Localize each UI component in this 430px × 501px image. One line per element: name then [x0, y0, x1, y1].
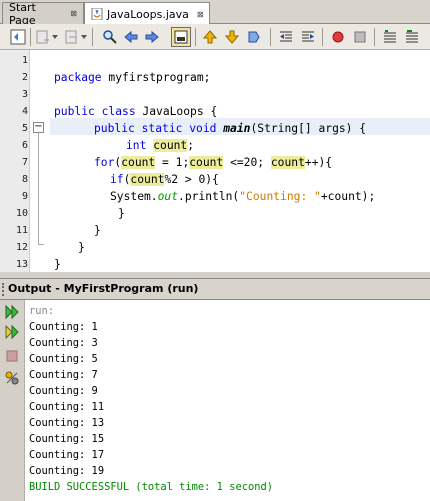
- fold-toggle-icon[interactable]: −: [33, 122, 44, 133]
- output-line: Counting: 7: [29, 369, 98, 381]
- output-console[interactable]: run: Counting: 1 Counting: 3 Counting: 5…: [24, 300, 430, 501]
- find-icon[interactable]: [100, 27, 120, 47]
- find-previous-icon[interactable]: [121, 27, 141, 47]
- editor-toolbar: [0, 24, 430, 50]
- code-editor[interactable]: 1 2 3 4 5 6 7 8 9 10 11 12 13 − package …: [0, 50, 430, 272]
- tab-label: Start Page: [9, 0, 36, 27]
- code-line-5: public static void main(String[] args) {: [94, 122, 367, 135]
- chevron-down-icon[interactable]: [79, 27, 89, 47]
- next-bookmark-icon[interactable]: [222, 27, 242, 47]
- line-number: 3: [21, 89, 28, 100]
- previous-bookmark-icon[interactable]: [200, 27, 220, 47]
- shift-left-icon[interactable]: [276, 27, 296, 47]
- rerun-icon[interactable]: [4, 304, 20, 320]
- source-history-icon[interactable]: [8, 27, 28, 47]
- output-line: Counting: 3: [29, 337, 98, 349]
- close-icon[interactable]: ⊠: [70, 9, 77, 18]
- code-line-13: }: [54, 258, 61, 271]
- stop-macro-icon[interactable]: [350, 27, 370, 47]
- code-line-6: int count;: [126, 139, 195, 152]
- code-line-4: public class JavaLoops {: [54, 105, 218, 118]
- output-side-toolbar: [0, 300, 24, 501]
- code-line-12: }: [78, 241, 85, 254]
- output-window-title[interactable]: Output - MyFirstProgram (run): [0, 278, 430, 300]
- line-number: 9: [21, 191, 28, 202]
- code-line-10: }: [118, 207, 125, 220]
- output-line: Counting: 13: [29, 417, 105, 429]
- line-number: 8: [21, 174, 28, 185]
- fold-gutter: −: [30, 50, 50, 272]
- toggle-bookmarks-icon[interactable]: [244, 27, 264, 47]
- chevron-down-icon[interactable]: [50, 27, 60, 47]
- line-number: 10: [15, 208, 28, 219]
- tab-label: JavaLoops.java: [107, 7, 189, 21]
- output-line: Counting: 15: [29, 433, 105, 445]
- close-icon[interactable]: ⊠: [197, 10, 204, 19]
- line-number: 13: [15, 259, 28, 270]
- code-line-8: if(count%2 > 0){: [110, 173, 219, 186]
- code-line-9: System.out.println("Counting: "+count);: [110, 190, 376, 203]
- code-line-11: }: [94, 224, 101, 237]
- java-file-icon: [91, 7, 103, 21]
- line-number-gutter: 1 2 3 4 5 6 7 8 9 10 11 12 13: [0, 50, 30, 272]
- line-number: 4: [21, 106, 28, 117]
- output-line: Counting: 9: [29, 385, 98, 397]
- build-status-line: BUILD SUCCESSFUL (total time: 1 second): [29, 481, 273, 493]
- line-number: 7: [21, 157, 28, 168]
- output-line: Counting: 19: [29, 465, 105, 477]
- line-number: 2: [21, 72, 28, 83]
- line-number: 12: [15, 242, 28, 253]
- shift-right-icon[interactable]: [298, 27, 318, 47]
- editor-tab-bar: Start Page ⊠ JavaLoops.java ⊠: [0, 0, 430, 27]
- settings-icon[interactable]: [4, 370, 20, 386]
- line-number: 11: [15, 225, 28, 236]
- stop-icon[interactable]: [4, 348, 20, 364]
- output-line: Counting: 17: [29, 449, 105, 461]
- record-macro-icon[interactable]: [328, 27, 348, 47]
- output-line: Counting: 1: [29, 321, 98, 333]
- tab-javaloops[interactable]: JavaLoops.java ⊠: [84, 2, 210, 25]
- line-number: 6: [21, 140, 28, 151]
- uncomment-icon[interactable]: [402, 27, 422, 47]
- output-line: Counting: 5: [29, 353, 98, 365]
- tab-start-page[interactable]: Start Page ⊠: [2, 0, 84, 27]
- code-line-7: for(count = 1;count <=20; count++){: [94, 156, 333, 169]
- comment-icon[interactable]: [380, 27, 400, 47]
- toggle-highlight-icon[interactable]: [171, 27, 191, 47]
- output-line: Counting: 11: [29, 401, 105, 413]
- output-line: run:: [29, 305, 55, 317]
- find-next-icon[interactable]: [142, 27, 162, 47]
- line-number: 1: [21, 55, 28, 66]
- code-line-2: package myfirstprogram;: [54, 71, 211, 84]
- line-number: 5: [21, 123, 28, 134]
- rerun-with-options-icon[interactable]: [4, 324, 20, 340]
